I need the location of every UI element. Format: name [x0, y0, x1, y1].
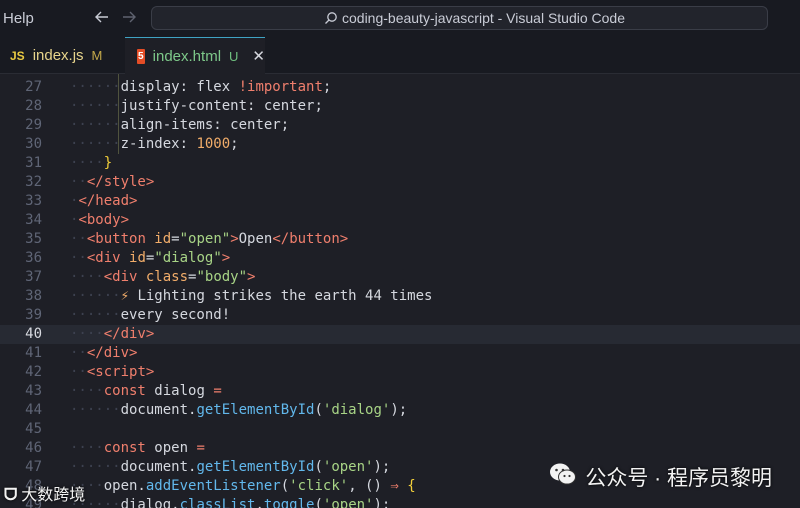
- line-number: 29: [25, 117, 42, 133]
- code-line[interactable]: 35 ··<button id="open">Open</button>: [0, 230, 800, 249]
- line-number: 42: [25, 364, 42, 380]
- code-line[interactable]: 27 ······display: flex !important;: [0, 78, 800, 97]
- code-line[interactable]: 33 ·</head>: [0, 192, 800, 211]
- code-text: ··</div>: [70, 345, 138, 361]
- line-number: 41: [25, 345, 42, 361]
- menu-help[interactable]: Help: [3, 10, 34, 27]
- code-text: ······every second!: [70, 307, 231, 323]
- watermark-text: 大数跨境: [21, 487, 86, 504]
- arrow-right-icon[interactable]: [121, 9, 137, 30]
- code-text: ····}: [70, 155, 113, 171]
- code-text: ······document.getElementById('dialog');: [70, 402, 408, 418]
- code-text: ······justify-content: center;: [70, 98, 323, 114]
- line-number: 39: [25, 307, 42, 323]
- code-line[interactable]: 39 ······every second!: [0, 306, 800, 325]
- code-line[interactable]: 45: [0, 420, 800, 439]
- wechat-icon: [549, 462, 577, 492]
- code-text: ····</div>: [70, 326, 155, 342]
- code-line[interactable]: 37 ····<div class="body">: [0, 268, 800, 287]
- command-center-search[interactable]: coding-beauty-javascript - Visual Studio…: [151, 6, 768, 30]
- code-text: ······align-items: center;: [70, 117, 290, 133]
- code-line[interactable]: 30 ······z-index: 1000;: [0, 135, 800, 154]
- tab-index-html[interactable]: 5 index.html U ✕: [125, 37, 265, 74]
- watermark-text: 公众号 · 程序员黎明: [585, 467, 772, 490]
- code-line[interactable]: 42 ··<script>: [0, 363, 800, 382]
- line-number: 32: [25, 174, 42, 190]
- line-number: 40: [25, 326, 42, 342]
- code-text: ··<button id="open">Open</button>: [70, 231, 349, 247]
- command-center-text: coding-beauty-javascript - Visual Studio…: [342, 10, 626, 26]
- code-text: ····const dialog =: [70, 383, 222, 399]
- untracked-badge: U: [229, 48, 239, 64]
- code-line[interactable]: 28 ······justify-content: center;: [0, 97, 800, 116]
- line-number: 31: [25, 155, 42, 171]
- line-number: 46: [25, 440, 42, 456]
- code-line[interactable]: 41 ··</div>: [0, 344, 800, 363]
- watermark-logo-icon: ᗜ: [4, 487, 18, 504]
- close-icon[interactable]: ✕: [252, 47, 265, 65]
- code-line[interactable]: 32 ··</style>: [0, 173, 800, 192]
- indent-guide: [118, 74, 119, 154]
- code-line[interactable]: 49 ······dialog.classList.toggle('open');: [0, 496, 800, 508]
- code-line[interactable]: 40 ····</div>: [0, 325, 800, 344]
- code-line[interactable]: 38 ······⚡ Lighting strikes the earth 44 …: [0, 287, 800, 306]
- code-text: ······⚡ Lighting strikes the earth 44 ti…: [70, 288, 433, 304]
- line-number: 34: [25, 212, 42, 228]
- code-text: ·</head>: [70, 193, 138, 209]
- code-text: ······display: flex !important;: [70, 79, 332, 95]
- tab-label: index.html: [152, 47, 222, 65]
- line-number: 30: [25, 136, 42, 152]
- line-number: 33: [25, 193, 42, 209]
- line-number: 36: [25, 250, 42, 266]
- line-number: 38: [25, 288, 42, 304]
- code-line[interactable]: 46 ····const open =: [0, 439, 800, 458]
- code-line[interactable]: 43 ····const dialog =: [0, 382, 800, 401]
- code-editor[interactable]: 27 ······display: flex !important; 28 ·····…: [0, 74, 800, 508]
- code-text: ··<script>: [70, 364, 155, 380]
- code-text: ··<div id="dialog">: [70, 250, 231, 266]
- arrow-left-icon[interactable]: [94, 9, 110, 30]
- code-text: ······document.getElementById('open');: [70, 459, 391, 475]
- code-text: ······z-index: 1000;: [70, 136, 239, 152]
- search-icon: [324, 11, 338, 28]
- code-text: ····const open =: [70, 440, 205, 456]
- line-number: 35: [25, 231, 42, 247]
- tab-index-js[interactable]: JS index.js M: [0, 37, 125, 74]
- code-line[interactable]: 34 ·<body>: [0, 211, 800, 230]
- code-line[interactable]: 44 ······document.getElementById('dialog'…: [0, 401, 800, 420]
- line-number: 44: [25, 402, 42, 418]
- watermark-wechat: 公众号 · 程序员黎明: [549, 462, 772, 492]
- code-text: ····open.addEventListener('click', () ⇒ …: [70, 478, 416, 494]
- code-line[interactable]: 29 ······align-items: center;: [0, 116, 800, 135]
- line-number: 37: [25, 269, 42, 285]
- code-line[interactable]: 36 ··<div id="dialog">: [0, 249, 800, 268]
- title-bar: Help coding-beauty-javascript - Visual S…: [0, 0, 800, 37]
- modified-badge: M: [91, 48, 103, 63]
- tab-label: index.js: [32, 47, 84, 64]
- line-number: 28: [25, 98, 42, 114]
- editor-tab-bar: JS index.js M 5 index.html U ✕: [0, 37, 800, 74]
- code-text: ·<body>: [70, 212, 130, 228]
- line-number: 43: [25, 383, 42, 399]
- line-number: 45: [25, 421, 42, 437]
- javascript-file-icon: JS: [10, 48, 25, 63]
- line-number: 47: [25, 459, 42, 475]
- html5-file-icon: 5: [137, 48, 145, 64]
- code-text: ··</style>: [70, 174, 155, 190]
- code-line[interactable]: 31 ····}: [0, 154, 800, 173]
- line-number: 27: [25, 79, 42, 95]
- code-text: ····<div class="body">: [70, 269, 256, 285]
- watermark-brand: ᗜ 大数跨境: [4, 481, 85, 505]
- code-text: ······dialog.classList.toggle('open');: [70, 497, 391, 508]
